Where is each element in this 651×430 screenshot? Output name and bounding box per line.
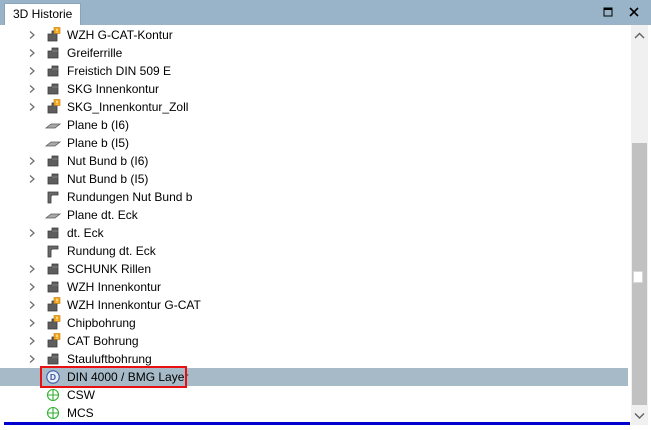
tree-item-label: WZH G-CAT-Kontur (67, 28, 173, 42)
chevron-right-icon[interactable] (27, 30, 37, 40)
tree-item-label: Nut Bund b (I6) (67, 154, 149, 168)
chevron-right-icon[interactable] (27, 174, 37, 184)
plane-icon (45, 141, 61, 147)
tree-item[interactable]: SKG_Innenkontur_Zoll (0, 98, 628, 116)
tree-item[interactable]: Nut Bund b (I5) (0, 170, 628, 188)
tree-item[interactable]: Freistich DIN 509 E (0, 62, 628, 80)
tree-item[interactable]: Plane b (I5) (0, 134, 628, 152)
tree-item[interactable]: Rundungen Nut Bund b (0, 188, 628, 206)
history-tree[interactable]: WZH G-CAT-Kontur Greiferrille Freistich DI… (0, 25, 630, 425)
feature-warning-icon (47, 297, 61, 312)
solid-feature-icon (47, 173, 59, 185)
plane-icon (45, 213, 61, 219)
tree-item[interactable]: SKG Innenkontur (0, 80, 628, 98)
plane-icon (45, 123, 61, 129)
tree-item[interactable]: MCS (0, 404, 628, 422)
tree-item-label: SKG_Innenkontur_Zoll (67, 100, 189, 114)
tree-item[interactable]: WZH Innenkontur (0, 278, 628, 296)
coordinate-system-icon (46, 388, 60, 402)
chevron-right-icon[interactable] (27, 336, 37, 346)
tree-item[interactable]: Nut Bund b (I6) (0, 152, 628, 170)
fillet-icon (47, 245, 59, 258)
tree-item[interactable]: dt. Eck (0, 224, 628, 242)
chevron-right-icon[interactable] (27, 318, 37, 328)
chevron-right-icon[interactable] (27, 228, 37, 238)
feature-warning-icon (47, 315, 61, 330)
tree-item-label: Freistich DIN 509 E (67, 64, 172, 78)
chevron-right-icon[interactable] (27, 102, 37, 112)
tree-item[interactable]: Chipbohrung (0, 314, 628, 332)
solid-feature-icon (47, 263, 59, 275)
chevron-right-icon[interactable] (27, 156, 37, 166)
feature-warning-icon (47, 99, 61, 114)
chevron-right-icon[interactable] (27, 48, 37, 58)
tree-item-label: SCHUNK Rillen (67, 262, 152, 276)
solid-feature-icon (47, 47, 59, 59)
tree-item-label: Greiferrille (67, 46, 123, 60)
chevron-right-icon[interactable] (27, 264, 37, 274)
tree-item-label: Chipbohrung (67, 316, 136, 330)
tree-item-label: Rundung dt. Eck (67, 244, 156, 258)
tree-item-label: Plane dt. Eck (67, 208, 138, 222)
chevron-right-icon[interactable] (27, 300, 37, 310)
bottom-divider (4, 422, 630, 425)
scroll-up-icon[interactable] (631, 27, 648, 44)
tree-item[interactable]: Rundung dt. Eck (0, 242, 628, 260)
tree-item[interactable]: SCHUNK Rillen (0, 260, 628, 278)
tree-item[interactable]: CAT Bohrung (0, 332, 628, 350)
selection-highlight-box (40, 366, 187, 388)
chevron-right-icon[interactable] (27, 66, 37, 76)
tree-item-label: CSW (67, 388, 95, 402)
tree-item-label: MCS (67, 406, 94, 420)
vertical-scrollbar[interactable] (631, 25, 648, 425)
tree-item-label: WZH Innenkontur (67, 280, 162, 294)
fillet-icon (47, 191, 59, 204)
tree-item-label: dt. Eck (67, 226, 104, 240)
solid-feature-icon (47, 227, 59, 239)
solid-feature-icon (47, 353, 59, 365)
tab-3d-historie[interactable]: 3D Historie (4, 3, 82, 25)
chevron-right-icon[interactable] (27, 84, 37, 94)
feature-warning-icon (47, 27, 61, 42)
tree-item-label: SKG Innenkontur (67, 82, 160, 96)
tree-item-label: Rundungen Nut Bund b (67, 190, 193, 204)
tree-item-label: Nut Bund b (I5) (67, 172, 149, 186)
tree-item[interactable]: Plane b (I6) (0, 116, 628, 134)
coordinate-system-icon (46, 406, 60, 420)
solid-feature-icon (47, 155, 59, 167)
scrollbar-grip (633, 271, 643, 283)
tree-item-label: Plane b (I5) (67, 136, 130, 150)
tree-item[interactable]: WZH G-CAT-Kontur (0, 26, 628, 44)
scroll-down-icon[interactable] (631, 407, 648, 424)
tree-item[interactable]: WZH Innenkontur G-CAT (0, 296, 628, 314)
solid-feature-icon (47, 281, 59, 293)
solid-feature-icon (47, 65, 59, 77)
tree-item[interactable]: CSW (0, 386, 628, 404)
tree-item-label: CAT Bohrung (67, 334, 139, 348)
solid-feature-icon (47, 83, 59, 95)
tree-item[interactable]: Plane dt. Eck (0, 206, 628, 224)
close-icon[interactable] (626, 4, 642, 20)
feature-warning-icon (47, 333, 61, 348)
tree-item[interactable]: Greiferrille (0, 44, 628, 62)
tree-item-label: Plane b (I6) (67, 118, 130, 132)
chevron-right-icon[interactable] (27, 354, 37, 364)
tree-item-label: WZH Innenkontur G-CAT (67, 298, 201, 312)
maximize-icon[interactable] (600, 4, 616, 20)
panel-titlebar: 3D Historie (0, 0, 651, 25)
chevron-right-icon[interactable] (27, 282, 37, 292)
